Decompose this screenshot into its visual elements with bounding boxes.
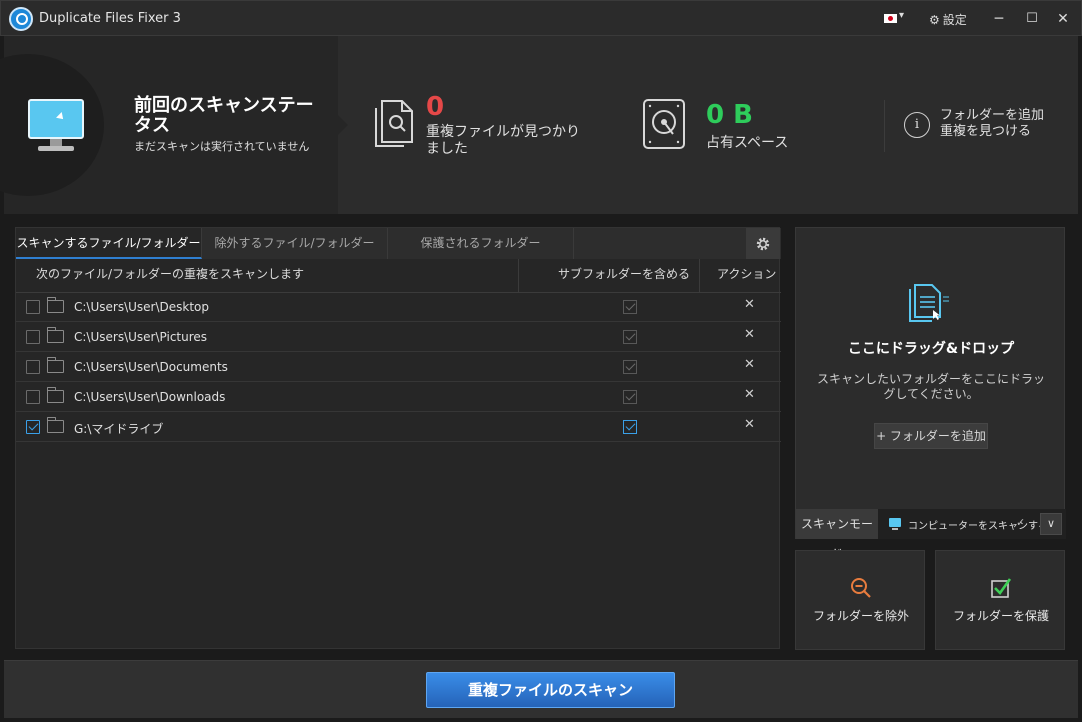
title-bar: Duplicate Files Fixer 3 ▾ ⚙ 設定 ─ ☐ ✕ [0,0,1082,36]
table-row: C:\Users\User\Desktop ✕ [16,292,781,322]
list-settings-button[interactable] [746,228,780,259]
add-folder-button[interactable]: + フォルダーを追加 [874,423,988,449]
table-row: C:\Users\User\Downloads ✕ [16,382,781,412]
folder-icon [47,357,64,373]
column-path: 次のファイル/フォルダーの重複をスキャンします [36,267,305,281]
app-title: Duplicate Files Fixer 3 [39,11,181,26]
minimize-button[interactable]: ─ [989,9,1009,29]
exclude-folder-label: フォルダーを除外 [812,609,909,623]
protect-folder-label: フォルダーを保護 [952,609,1049,623]
include-subfolders-checkbox[interactable] [623,360,637,374]
column-include-subfolders: サブフォルダーを含める [558,267,691,281]
remove-icon[interactable]: ✕ [744,327,755,342]
scan-mode-dropdown-button[interactable]: ∨ [1040,513,1062,535]
settings-button[interactable]: ⚙ 設定 [929,11,967,28]
folder-icon [47,417,64,433]
hard-disk-icon [643,99,685,149]
gear-icon: ⚙ [929,12,940,27]
include-subfolders-checkbox[interactable] [623,420,637,434]
app-logo-icon [9,7,33,31]
folder-icon [47,297,64,313]
row-checkbox[interactable] [26,330,40,344]
drop-zone[interactable]: ここにドラッグ&ドロップ スキャンしたいフォルダーをここにドラッグしてください。… [795,227,1066,561]
table-row: C:\Users\User\Pictures ✕ [16,322,781,352]
scan-folders-panel: スキャンするファイル/フォルダー 除外するファイル/フォルダー 保護されるフォル… [15,227,781,649]
include-subfolders-checkbox[interactable] [623,300,637,314]
settings-label: 設定 [942,13,967,27]
table-row: G:\マイドライブ ✕ [16,412,781,442]
folder-path: C:\Users\User\Documents [74,360,228,374]
occupied-space-value: 0 B [706,100,753,130]
gear-icon [756,237,770,251]
occupied-space-label: 占有スペース [706,135,789,151]
last-scan-title: 前回のスキャンステータス [134,95,314,136]
folder-icon [47,327,64,343]
scan-mode-value[interactable]: コンピューターをスキャンする [908,517,1048,532]
monitor-icon [28,99,84,139]
remove-icon[interactable]: ✕ [744,387,755,402]
language-chevron-down-icon[interactable]: ▾ [899,10,904,21]
include-subfolders-checkbox[interactable] [623,390,637,404]
info-hint: フォルダーを追加 重複を見つける [940,108,1044,140]
info-icon: i [904,112,930,138]
row-checkbox[interactable] [26,420,40,434]
search-minus-icon [851,578,871,598]
scan-status-header: 前回のスキャンステータス まだスキャンは実行されていません 0 重複ファイルが見… [0,36,1078,214]
row-checkbox[interactable] [26,390,40,404]
exclude-folder-button[interactable]: フォルダーを除外 [795,550,925,650]
scan-mode-label: スキャンモード [796,509,878,561]
maximize-button[interactable]: ☐ [1022,9,1042,29]
document-drop-icon [909,284,949,322]
folder-tabs: スキャンするファイル/フォルダー 除外するファイル/フォルダー 保護されるフォル… [16,228,781,259]
last-scan-subtitle: まだスキャンは実行されていません [134,140,310,153]
bottom-bar: 重複ファイルのスキャン [4,660,1078,718]
close-button[interactable]: ✕ [1053,9,1073,29]
remove-icon[interactable]: ✕ [744,417,755,432]
folder-path: C:\Users\User\Desktop [74,300,209,314]
computer-icon [889,518,901,530]
protect-folder-button[interactable]: フォルダーを保護 [935,550,1065,650]
remove-icon[interactable]: ✕ [744,357,755,372]
check-icon: ✓ [1016,516,1026,529]
tab-scan-folders[interactable]: スキャンするファイル/フォルダー [16,228,202,259]
folder-path: G:\マイドライブ [74,422,164,436]
row-checkbox[interactable] [26,360,40,374]
remove-icon[interactable]: ✕ [744,297,755,312]
duplicates-count: 0 [426,92,445,122]
last-scan-section: 前回のスキャンステータス まだスキャンは実行されていません [0,36,338,214]
duplicate-files-icon [375,100,413,147]
tab-exclude-folders[interactable]: 除外するファイル/フォルダー [202,228,388,259]
folder-path: C:\Users\User\Pictures [74,330,208,344]
column-action: アクション [717,267,777,281]
scan-mode-bar: スキャンモード コンピューターをスキャンする ✓ ∨ [796,509,1066,561]
folder-icon [47,387,64,403]
folder-path: C:\Users\User\Downloads [74,390,226,404]
checkbox-check-icon [991,578,1012,598]
row-checkbox[interactable] [26,300,40,314]
table-row: C:\Users\User\Documents ✕ [16,352,781,382]
drop-description: スキャンしたいフォルダーをここにドラッグしてください。 [816,372,1045,401]
tab-protected-folders[interactable]: 保護されるフォルダー [388,228,574,259]
include-subfolders-checkbox[interactable] [623,330,637,344]
info-line-1: フォルダーを追加 [940,108,1045,123]
drop-title: ここにドラッグ&ドロップ [847,341,1015,357]
duplicates-label: 重複ファイルが見つかりました [426,124,580,157]
table-header: 次のファイル/フォルダーの重複をスキャンします サブフォルダーを含める アクショ… [16,259,781,293]
japan-flag-icon[interactable] [884,14,897,23]
info-line-2: 重複を見つける [940,124,1032,139]
scan-duplicates-button[interactable]: 重複ファイルのスキャン [426,672,675,708]
